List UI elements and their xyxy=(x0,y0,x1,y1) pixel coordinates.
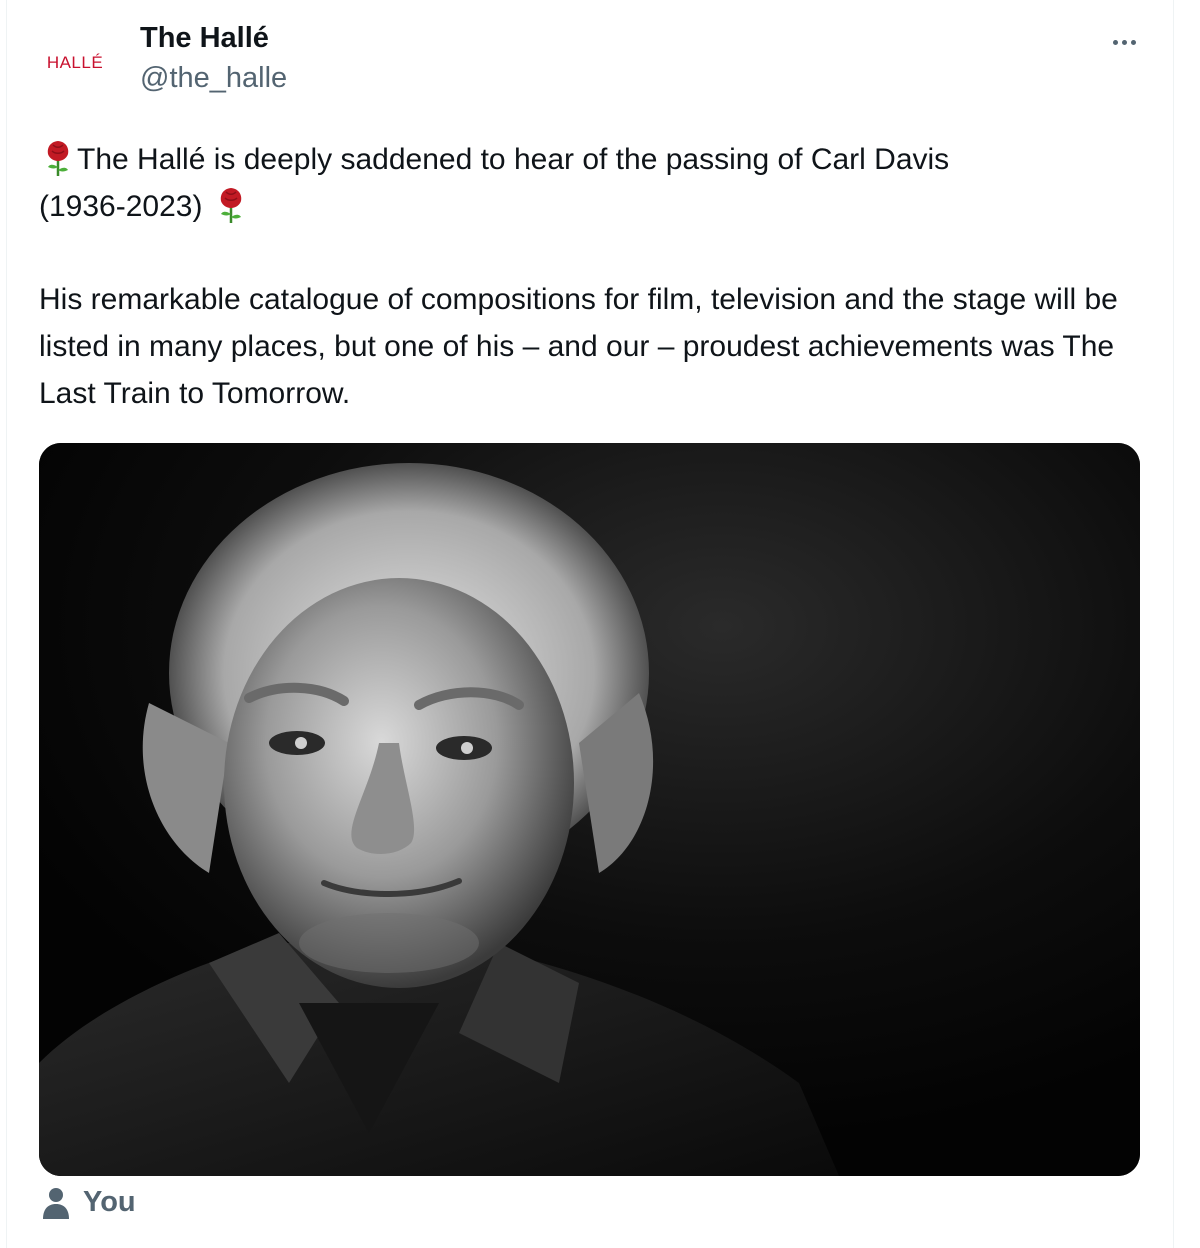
tweet-text: The Hallé is deeply saddened to hear of … xyxy=(39,136,1149,417)
tweet-line-1: The Hallé is deeply saddened to hear of … xyxy=(77,143,950,176)
avatar-logo-text: HALLÉ xyxy=(46,53,104,72)
more-dot xyxy=(1121,39,1127,45)
tweet-paragraph-1: The Hallé is deeply saddened to hear of … xyxy=(39,136,1149,230)
more-horizontal-icon xyxy=(1112,39,1118,45)
more-dot xyxy=(1130,39,1136,45)
tweet-card: HALLÉ The Hallé @the_halle The Hallé is … xyxy=(6,0,1174,1248)
tagged-user-label: You xyxy=(83,1186,136,1218)
tweet-line-2: (1936-2023) xyxy=(39,190,203,223)
rose-icon xyxy=(221,188,242,223)
tweet-paragraph-2: His remarkable catalogue of compositions… xyxy=(39,283,1118,410)
tagged-user[interactable]: You xyxy=(41,1186,136,1219)
display-name[interactable]: The Hallé xyxy=(140,22,269,55)
tweet-photo[interactable] xyxy=(39,443,1140,1176)
person-icon xyxy=(43,1187,69,1219)
more-options-button[interactable] xyxy=(1102,26,1146,58)
rose-icon xyxy=(47,141,69,176)
user-handle[interactable]: @the_halle xyxy=(140,62,287,95)
portrait-image xyxy=(39,443,1140,1176)
avatar[interactable]: HALLÉ xyxy=(27,28,123,98)
